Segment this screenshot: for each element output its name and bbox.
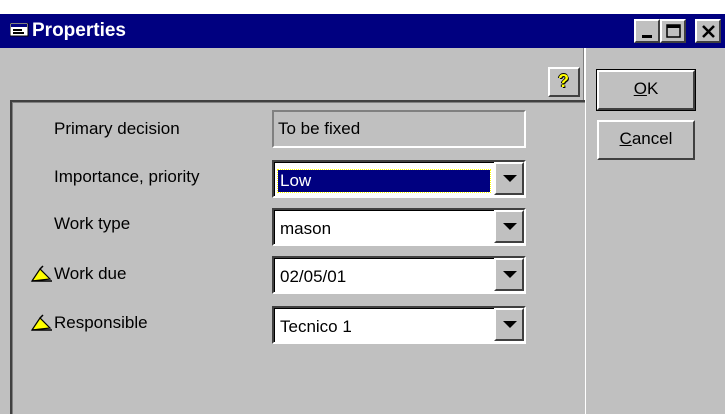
- responsible-label: Responsible: [54, 313, 148, 332]
- maximize-icon: [666, 24, 681, 38]
- minimize-button[interactable]: [634, 19, 660, 43]
- cancel-mnemonic: C: [619, 129, 632, 148]
- chevron-down-icon: [503, 175, 517, 182]
- work-type-label: Work type: [54, 214, 131, 233]
- work-type-dropdown-button[interactable]: [494, 210, 524, 243]
- work-due-dropdown[interactable]: 02/05/01: [272, 256, 526, 294]
- app-icon: [10, 23, 29, 37]
- primary-decision-label: Primary decision: [54, 119, 180, 138]
- title-bar[interactable]: Properties: [0, 14, 725, 48]
- primary-decision-field: To be fixed: [272, 110, 526, 148]
- cancel-button[interactable]: Cancel: [597, 120, 695, 160]
- responsible-dropdown[interactable]: Tecnico 1: [272, 306, 526, 344]
- work-due-value: 02/05/01: [280, 267, 347, 286]
- pencil-icon: [30, 314, 52, 331]
- question-mark-icon: ?: [558, 71, 569, 91]
- importance-priority-dropdown-button[interactable]: [494, 162, 524, 195]
- ok-button[interactable]: OK: [596, 69, 696, 111]
- maximize-button[interactable]: [660, 19, 686, 43]
- importance-priority-label: Importance, priority: [54, 167, 200, 186]
- ok-label-rest: K: [646, 79, 659, 98]
- help-button[interactable]: ?: [548, 67, 580, 97]
- minimize-icon: [642, 35, 652, 38]
- responsible-value: Tecnico 1: [280, 317, 352, 336]
- importance-priority-value: Low: [277, 169, 491, 193]
- cancel-label-rest: ancel: [631, 129, 673, 148]
- chevron-down-icon: [503, 321, 517, 328]
- close-button[interactable]: [695, 19, 721, 43]
- ok-mnemonic: O: [633, 79, 647, 98]
- work-due-dropdown-button[interactable]: [494, 258, 524, 291]
- responsible-dropdown-button[interactable]: [494, 308, 524, 341]
- chevron-down-icon: [503, 271, 517, 278]
- chevron-down-icon: [503, 223, 517, 230]
- importance-priority-dropdown[interactable]: Low: [272, 160, 526, 198]
- properties-dialog: Properties ? OK Cancel Primary decision …: [0, 14, 725, 414]
- work-type-dropdown[interactable]: mason: [272, 208, 526, 246]
- close-icon: [702, 25, 715, 38]
- pencil-icon: [30, 265, 52, 282]
- window-title: Properties: [32, 20, 126, 41]
- work-type-value: mason: [280, 219, 332, 238]
- work-due-label: Work due: [54, 264, 127, 283]
